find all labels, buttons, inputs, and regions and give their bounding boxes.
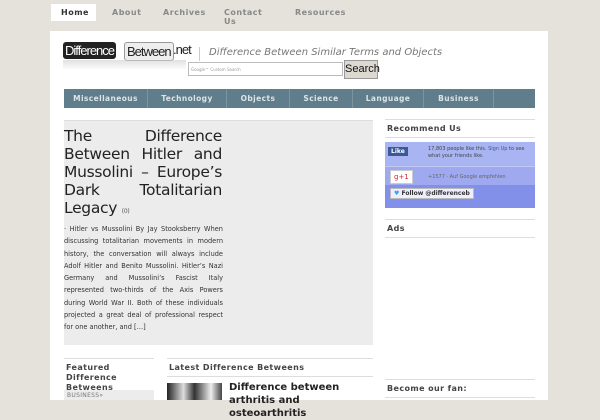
- search-input[interactable]: Google™ Custom Search: [188, 62, 343, 76]
- latest-item-title[interactable]: Difference between arthritis and osteoar…: [229, 381, 379, 420]
- nav-home[interactable]: Home: [51, 4, 96, 21]
- featured-excerpt: · Hitler vs Mussolini By Jay Stooksberry…: [64, 225, 223, 332]
- fb-text: 17,803 people like this.: [428, 146, 487, 152]
- cat-objects[interactable]: Objects: [227, 89, 290, 108]
- recommend-heading: Recommend Us: [385, 119, 535, 138]
- cat-language[interactable]: Language: [353, 89, 424, 108]
- logo-part: Difference: [63, 42, 117, 59]
- nav-about[interactable]: About: [112, 4, 141, 21]
- latest-thumbnail[interactable]: [167, 383, 222, 400]
- twitter-label: Follow @differenceb: [401, 190, 470, 197]
- cat-technology[interactable]: Technology: [148, 89, 227, 108]
- logo-part: Between: [124, 42, 174, 61]
- latest-heading: Latest Difference Betweens: [167, 358, 373, 377]
- cat-science[interactable]: Science: [290, 89, 353, 108]
- logo-reflection: [63, 60, 186, 70]
- tagline: Difference Between Similar Terms and Obj…: [199, 47, 442, 61]
- facebook-like: Like 17,803 people like this. Sign Up to…: [385, 142, 535, 166]
- nav-archives[interactable]: Archives: [163, 4, 206, 21]
- fan-heading: Become our fan:: [385, 379, 535, 398]
- cat-business[interactable]: Business: [424, 89, 494, 108]
- category-bar: Miscellaneous Technology Objects Science…: [64, 89, 535, 108]
- featured-title[interactable]: The Difference Between Hitler and Mussol…: [64, 127, 222, 221]
- logo-part: .net: [173, 42, 192, 57]
- cat-miscellaneous[interactable]: Miscellaneous: [64, 89, 148, 108]
- nav-resources[interactable]: Resources: [295, 4, 346, 21]
- fb-like-button[interactable]: Like: [388, 147, 408, 156]
- site-logo[interactable]: Difference Between .net: [63, 40, 192, 70]
- gplus-text: +1577 · Auf Google empfehlen: [428, 174, 506, 180]
- featured-title-text[interactable]: The Difference Between Hitler and Mussol…: [64, 127, 222, 217]
- google-plus: g+1 +1577 · Auf Google empfehlen: [385, 166, 535, 185]
- comment-count[interactable]: (0): [122, 208, 130, 215]
- social-box: Like 17,803 people like this. Sign Up to…: [385, 142, 535, 208]
- search-button[interactable]: Search: [344, 60, 380, 79]
- gplus-button[interactable]: g+1: [390, 170, 413, 184]
- fb-signup-link[interactable]: Sign Up: [488, 146, 507, 152]
- ads-heading: Ads: [385, 219, 535, 238]
- twitter-bird-icon: ♥: [394, 190, 400, 197]
- twitter-follow-button[interactable]: ♥ Follow @differenceb: [390, 188, 474, 199]
- twitter-follow: ♥ Follow @differenceb: [385, 185, 535, 208]
- featured-col-item[interactable]: BUSINESS»: [64, 390, 154, 400]
- nav-contact[interactable]: Contact Us: [224, 4, 262, 26]
